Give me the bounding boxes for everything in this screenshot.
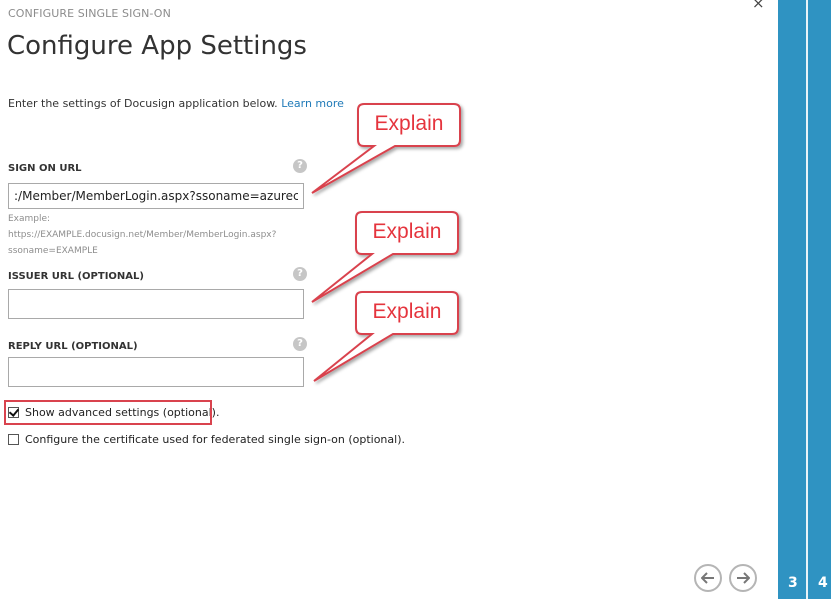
wizard-step-rail: 3 4 [778,0,831,599]
reply-url-help-icon[interactable]: ? [293,337,307,351]
advanced-settings-row: Show advanced settings (optional). [8,406,219,419]
sign-on-url-help-icon[interactable]: ? [293,159,307,173]
reply-url-label: REPLY URL (OPTIONAL) [8,341,138,352]
arrow-right-icon [737,572,750,584]
wizard-step-label: CONFIGURE SINGLE SIGN-ON [8,7,171,20]
advanced-settings-checkbox[interactable] [8,407,19,418]
certificate-checkbox[interactable] [8,434,19,445]
issuer-url-input[interactable] [8,289,304,319]
sign-on-url-input[interactable] [8,183,304,209]
certificate-label[interactable]: Configure the certificate used for feder… [25,433,405,446]
step-3[interactable]: 3 [788,575,798,591]
example-line: Example: [8,214,51,224]
sign-on-url-label: SIGN ON URL [8,163,82,174]
step-4[interactable]: 4 [818,575,828,591]
certificate-row: Configure the certificate used for feder… [8,433,405,446]
example-line: ssoname=EXAMPLE [8,246,98,256]
learn-more-link[interactable]: Learn more [281,97,344,110]
callout-text-3: Explain [372,300,442,323]
close-icon[interactable]: × [752,0,765,12]
step-separator [806,0,808,599]
callout-text-1: Explain [374,112,444,135]
sign-on-url-example: Example: https://EXAMPLE.docusign.net/Me… [8,211,308,259]
back-button[interactable] [694,564,722,592]
page-title: Configure App Settings [7,31,307,61]
issuer-url-label: ISSUER URL (OPTIONAL) [8,271,144,282]
intro-description: Enter the settings of Docusign applicati… [8,97,282,110]
reply-url-input[interactable] [8,357,304,387]
advanced-settings-label[interactable]: Show advanced settings (optional). [25,406,219,419]
arrow-left-icon [701,572,714,584]
intro-text: Enter the settings of Docusign applicati… [8,97,344,110]
next-button[interactable] [729,564,757,592]
example-line: https://EXAMPLE.docusign.net/Member/Memb… [8,230,277,240]
configure-sso-dialog: CONFIGURE SINGLE SIGN-ON × Configure App… [0,0,778,599]
callout-text-2: Explain [372,220,442,243]
issuer-url-help-icon[interactable]: ? [293,267,307,281]
